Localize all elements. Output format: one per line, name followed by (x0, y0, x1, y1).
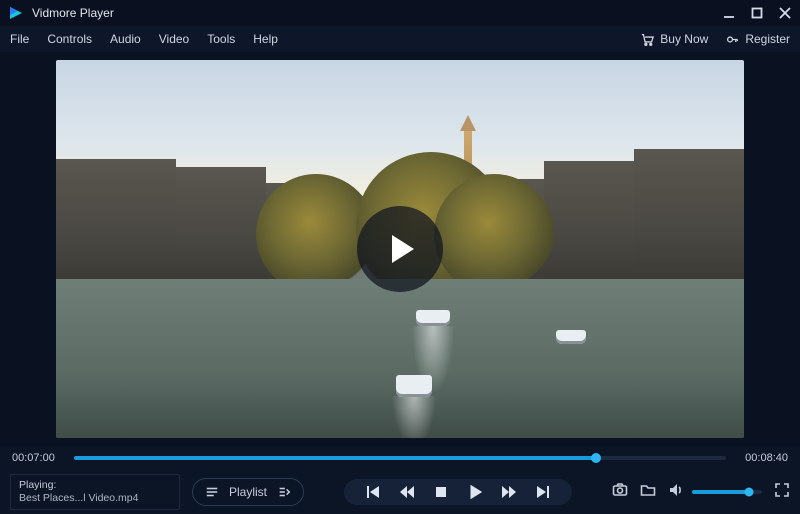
menu-video[interactable]: Video (159, 32, 189, 46)
rewind-button[interactable] (398, 483, 416, 501)
menu-help[interactable]: Help (253, 32, 278, 46)
fast-forward-button[interactable] (500, 483, 518, 501)
speaker-icon (668, 482, 684, 498)
transport-controls (316, 479, 600, 505)
list-icon (205, 485, 219, 499)
play-overlay-button[interactable] (357, 206, 443, 292)
buy-now-label: Buy Now (660, 32, 708, 46)
controls-bar: Playing: Best Places...l Video.mp4 Playl… (0, 470, 800, 514)
menubar: File Controls Audio Video Tools Help Buy… (0, 26, 800, 52)
now-playing-file: Best Places...l Video.mp4 (19, 492, 171, 505)
app-logo-icon (8, 5, 24, 21)
seek-bar[interactable] (74, 456, 726, 460)
playlist-button[interactable]: Playlist (192, 478, 304, 506)
menu-audio[interactable]: Audio (110, 32, 141, 46)
menu-controls[interactable]: Controls (47, 32, 92, 46)
now-playing-label: Playing: (19, 479, 171, 492)
open-folder-button[interactable] (640, 482, 656, 503)
camera-icon (612, 482, 628, 498)
menu-file[interactable]: File (10, 32, 29, 46)
key-icon (726, 33, 739, 46)
cart-icon (641, 33, 654, 46)
close-button[interactable] (778, 6, 792, 20)
video-stage (0, 52, 800, 446)
volume-slider[interactable] (692, 490, 762, 494)
play-button[interactable] (466, 483, 484, 501)
volume-thumb[interactable] (745, 488, 754, 497)
volume-control (668, 482, 762, 503)
volume-fill (692, 490, 749, 494)
time-current: 00:07:00 (12, 452, 64, 464)
folder-icon (640, 482, 656, 498)
previous-button[interactable] (364, 483, 382, 501)
now-playing-box: Playing: Best Places...l Video.mp4 (10, 474, 180, 510)
seek-thumb[interactable] (591, 453, 601, 463)
maximize-button[interactable] (750, 6, 764, 20)
register-button[interactable]: Register (726, 32, 790, 46)
app-title: Vidmore Player (32, 6, 114, 20)
fullscreen-button[interactable] (774, 482, 790, 503)
snapshot-button[interactable] (612, 482, 628, 503)
seek-fill (74, 456, 596, 460)
progress-row: 00:07:00 00:08:40 (0, 446, 800, 470)
playlist-label: Playlist (229, 485, 267, 499)
time-total: 00:08:40 (736, 452, 788, 464)
minimize-button[interactable] (722, 6, 736, 20)
play-icon (380, 229, 420, 269)
volume-button[interactable] (668, 482, 684, 503)
register-label: Register (745, 32, 790, 46)
stop-button[interactable] (432, 483, 450, 501)
buy-now-button[interactable]: Buy Now (641, 32, 708, 46)
video-frame[interactable] (56, 60, 744, 438)
titlebar: Vidmore Player (0, 0, 800, 26)
next-button[interactable] (534, 483, 552, 501)
playlist-toggle-icon (277, 485, 291, 499)
fullscreen-icon (774, 482, 790, 498)
menu-tools[interactable]: Tools (207, 32, 235, 46)
